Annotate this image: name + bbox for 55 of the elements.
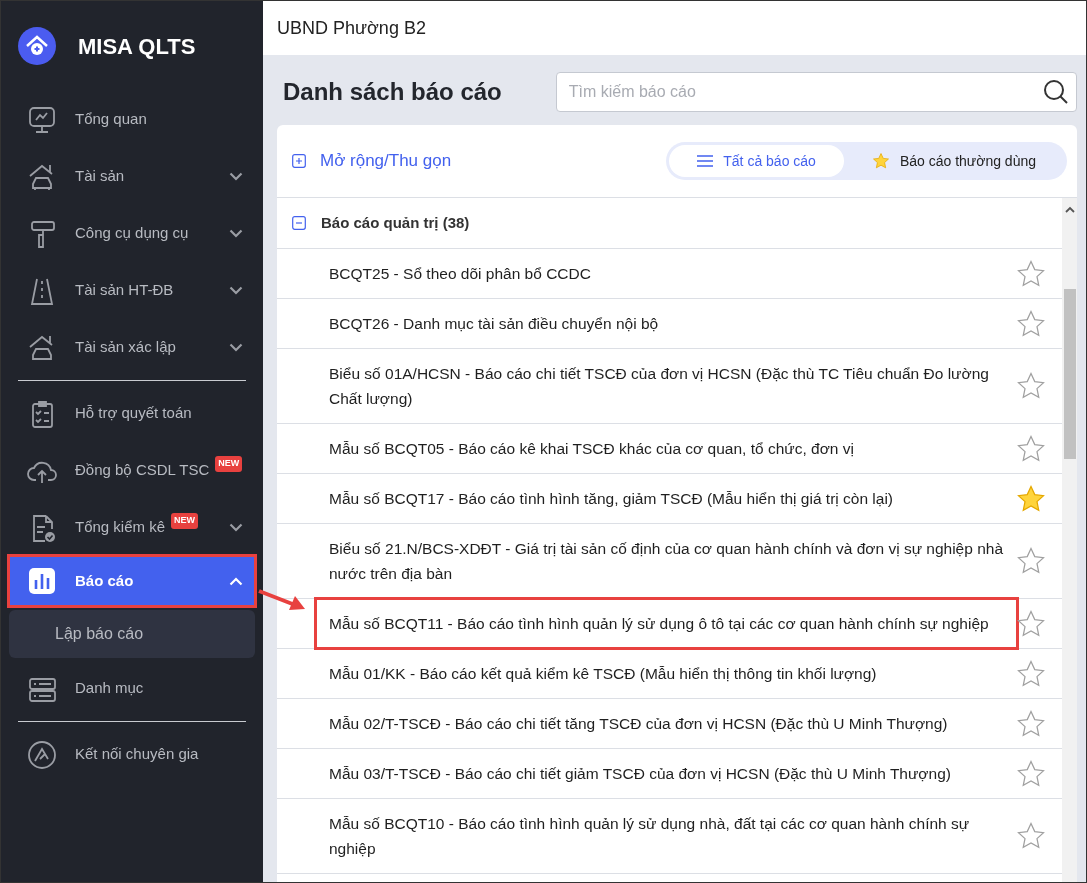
report-link[interactable]: Biểu số 21.N/BCS-XDĐT - Giá trị tài sản cố định của cơ quan hành chính và đơn vị sự nghiệp nhà nước trên địa bàn bbox=[329, 524, 1016, 598]
nav-item[interactable]: Tổng quan bbox=[9, 91, 255, 148]
favorite-star-icon[interactable] bbox=[1016, 608, 1046, 639]
report-link[interactable]: BCQT25 - Sổ theo dõi phân bổ CCDC bbox=[329, 249, 1016, 298]
submenu-item[interactable]: Lập báo cáo bbox=[9, 610, 255, 658]
report-link[interactable]: Mẫu 02/T-TSCĐ - Báo cáo chi tiết tăng TSCĐ của đơn vị HCSN (Đặc thù U Minh Thượng) bbox=[329, 699, 1016, 748]
organization-title: UBND Phường B2 bbox=[263, 1, 1086, 55]
bar-chart-icon bbox=[27, 566, 57, 596]
view-tab[interactable]: Báo cáo thường dùng bbox=[843, 145, 1064, 177]
nav-item[interactable]: Tài sản HT-ĐB bbox=[9, 262, 255, 319]
app-name: MISA QLTS bbox=[78, 32, 196, 61]
app-logo-icon bbox=[18, 27, 56, 65]
nav-item[interactable]: Tài sản xác lập bbox=[9, 319, 255, 376]
star-icon bbox=[871, 152, 890, 170]
expand-collapse-link[interactable]: Mở rộng/Thu gọn bbox=[292, 148, 452, 174]
annotation-arrow bbox=[257, 588, 307, 612]
list-icon bbox=[697, 155, 714, 167]
favorite-star-icon[interactable] bbox=[1016, 658, 1046, 689]
nav-item[interactable]: Kết nối chuyên gia bbox=[9, 726, 255, 783]
expert-logo-icon bbox=[27, 739, 57, 770]
monitor-icon bbox=[27, 104, 57, 135]
favorite-star-icon[interactable] bbox=[1016, 758, 1046, 789]
nav-item[interactable]: Công cụ dụng cụ bbox=[9, 205, 255, 262]
report-link[interactable]: Mẫu số BCQT11 - Báo cáo tình hình quản lý sử dụng ô tô tại các cơ quan hành chính sự nghiệp bbox=[317, 600, 1016, 647]
nav-item[interactable]: Báo cáo bbox=[9, 556, 255, 606]
view-tab[interactable]: Tất cả báo cáo bbox=[669, 145, 844, 177]
nav-item[interactable]: Hỗ trợ quyết toán bbox=[9, 385, 255, 442]
favorite-star-icon[interactable] bbox=[1016, 708, 1046, 739]
favorite-star-icon[interactable] bbox=[1016, 371, 1046, 401]
report-link[interactable]: Mẫu 03/T-TSCĐ - Báo cáo chi tiết giảm TSCĐ của đơn vị HCSN (Đặc thù U Minh Thượng) bbox=[329, 749, 1016, 798]
report-link[interactable]: Biểu số 01A/HCSN - Báo cáo chi tiết TSCĐ của đơn vị HCSN (Đặc thù TC Tiêu chuẩn Đo lường Chất lượng) bbox=[329, 349, 1016, 423]
report-link[interactable]: Mẫu số BCQT05 - Báo cáo kê khai TSCĐ khác của cơ quan, tổ chức, đơn vị bbox=[329, 424, 1016, 473]
page-title: Danh sách báo cáo bbox=[283, 77, 502, 107]
nav-item[interactable]: Danh mục bbox=[9, 660, 255, 717]
favorite-star-icon[interactable] bbox=[1016, 483, 1046, 514]
nav-item[interactable]: Tài sản bbox=[9, 148, 255, 205]
favorite-star-icon[interactable] bbox=[1016, 546, 1046, 576]
scroll-up-icon[interactable] bbox=[1064, 206, 1075, 214]
search-field[interactable]: Tìm kiếm báo cáo bbox=[555, 72, 1077, 112]
minus-square-icon[interactable] bbox=[292, 216, 306, 230]
report-link[interactable]: Mẫu số BCQT10 - Báo cáo tình hình quản lý sử dụng nhà, đất tại các cơ quan hành chính sự nghiệp bbox=[329, 799, 1016, 873]
report-link[interactable]: Mẫu số BCQT17 - Báo cáo tình hình tăng, giảm TSCĐ (Mẫu hiển thị giá trị còn lại) bbox=[329, 474, 1016, 523]
favorite-star-icon[interactable] bbox=[1016, 433, 1046, 464]
plus-square-icon bbox=[292, 154, 306, 168]
report-link[interactable]: BCQT26 - Danh mục tài sản điều chuyển nội bộ bbox=[329, 299, 1016, 348]
favorite-star-icon[interactable] bbox=[1016, 258, 1046, 289]
scrollbar-thumb[interactable] bbox=[1063, 289, 1076, 459]
search-icon bbox=[1043, 79, 1069, 105]
new-badge: NEW bbox=[215, 456, 243, 472]
favorite-star-icon[interactable] bbox=[1016, 308, 1046, 339]
group-title: Báo cáo quản trị (38) bbox=[321, 212, 470, 233]
report-link[interactable]: Mẫu 01/KK - Báo cáo kết quả kiểm kê TSCĐ (Mẫu hiển thị thông tin khối lượng) bbox=[329, 649, 1016, 698]
nav-item[interactable]: Đồng bộ CSDL TSC NEW bbox=[9, 442, 255, 499]
favorite-star-icon[interactable] bbox=[1016, 821, 1046, 851]
new-badge: NEW bbox=[171, 513, 199, 529]
